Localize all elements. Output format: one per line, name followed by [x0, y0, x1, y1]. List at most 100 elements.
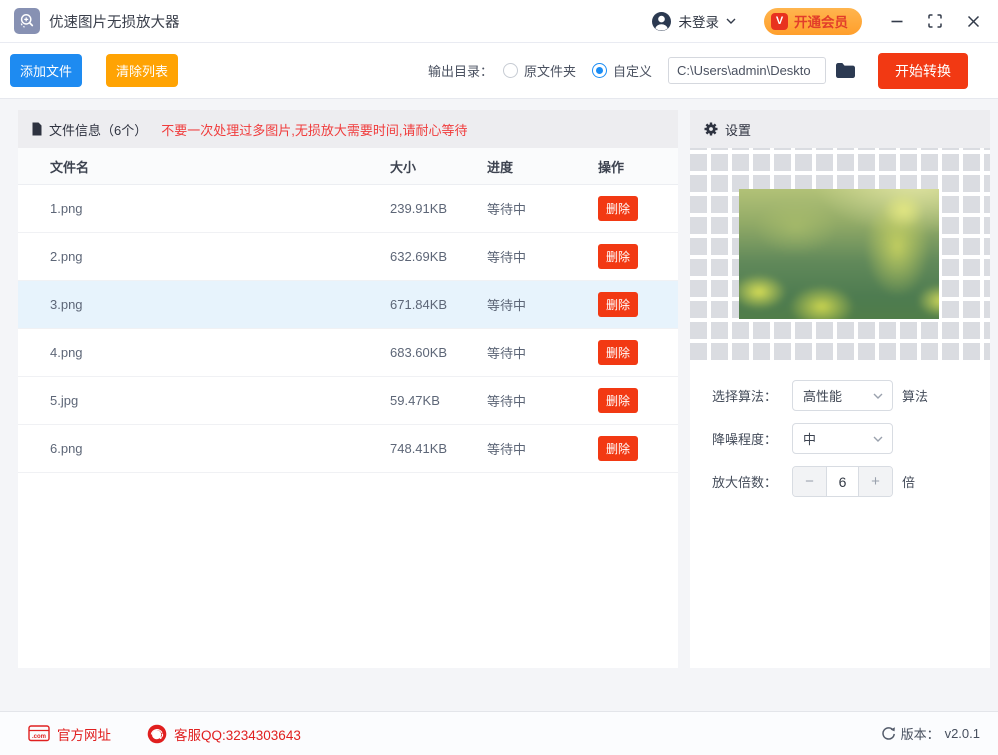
content-area: 文件信息（6个） 不要一次处理过多图片,无损放大需要时间,请耐心等待 文件名 大…: [0, 100, 998, 711]
denoise-row: 降噪程度： 中: [712, 423, 990, 454]
delete-button[interactable]: 删除: [598, 388, 638, 413]
scale-label: 放大倍数：: [712, 475, 778, 490]
scale-increase-button[interactable]: +: [859, 467, 892, 496]
delete-button[interactable]: 删除: [598, 196, 638, 221]
preview-image-art: [739, 189, 939, 319]
version-label: 版本：: [900, 727, 940, 742]
settings-controls: 选择算法： 高性能 算法 降噪程度： 中 放大倍数： − 6 + 倍: [690, 380, 990, 509]
table-row[interactable]: 2.png 632.69KB 等待中 删除: [18, 233, 678, 281]
version-area: 版本： v2.0.1: [881, 724, 980, 743]
file-list-panel: 文件信息（6个） 不要一次处理过多图片,无损放大需要时间,请耐心等待 文件名 大…: [18, 110, 678, 668]
refresh-icon[interactable]: [881, 726, 896, 741]
settings-panel: 设置 选择算法： 高性能 算法 降噪程度： 中 放大倍数： − 6 + 倍: [690, 110, 990, 668]
scale-suffix: 倍: [902, 475, 916, 490]
add-files-button[interactable]: 添加文件: [10, 54, 83, 87]
settings-panel-header: 设置: [690, 110, 990, 148]
algorithm-row: 选择算法： 高性能 算法: [712, 380, 990, 411]
minimize-button[interactable]: [882, 6, 912, 36]
app-logo-icon: [14, 8, 40, 34]
svg-text:.com: .com: [32, 734, 46, 740]
file-status: 等待中: [487, 202, 527, 217]
account-menu[interactable]: 未登录: [651, 11, 737, 32]
chevron-down-icon: [873, 393, 883, 399]
official-website-label: 官方网址: [57, 727, 111, 743]
file-name: 2.png: [50, 249, 83, 264]
vip-badge-icon: V: [771, 12, 788, 30]
algorithm-label: 选择算法：: [712, 389, 778, 404]
window-controls: [882, 6, 988, 36]
radio-original-folder-circle[interactable]: [502, 63, 518, 78]
user-avatar-icon: [651, 11, 671, 31]
folder-icon: [836, 63, 855, 78]
output-directory-label: 输出目录：: [427, 64, 493, 79]
column-header-size: 大小: [390, 159, 417, 175]
radio-original-folder[interactable]: 原文件夹: [502, 61, 576, 80]
output-path-input[interactable]: [668, 57, 826, 84]
radio-original-folder-label: 原文件夹: [523, 64, 576, 79]
table-row[interactable]: 4.png 683.60KB 等待中 删除: [18, 329, 678, 377]
start-convert-button[interactable]: 开始转换: [878, 52, 968, 89]
radio-custom-folder[interactable]: 自定义: [591, 61, 652, 80]
table-header: 文件名 大小 进度 操作: [18, 148, 678, 185]
scale-stepper: − 6 +: [792, 466, 893, 497]
qq-service-icon: [147, 724, 167, 743]
browse-folder-button[interactable]: [835, 62, 856, 79]
gear-icon: [704, 122, 718, 136]
official-website-link[interactable]: .com 官方网址: [28, 724, 111, 744]
settings-panel-title: 设置: [725, 122, 752, 138]
algorithm-suffix: 算法: [902, 389, 929, 404]
file-name: 3.png: [50, 297, 83, 312]
document-icon: [32, 122, 42, 136]
file-panel-title: 文件信息（6个）: [49, 122, 148, 138]
scale-row: 放大倍数： − 6 + 倍: [712, 466, 990, 497]
delete-button[interactable]: 删除: [598, 340, 638, 365]
delete-button[interactable]: 删除: [598, 244, 638, 269]
table-row[interactable]: 6.png 748.41KB 等待中 删除: [18, 425, 678, 473]
qq-support-link[interactable]: 客服QQ:3234303643: [147, 724, 301, 744]
transparency-checkerboard: [690, 148, 990, 360]
column-header-progress: 进度: [487, 159, 514, 175]
minimize-icon: [891, 20, 903, 23]
table-row-selected[interactable]: 3.png 671.84KB 等待中 删除: [18, 281, 678, 329]
file-status: 等待中: [487, 442, 527, 457]
file-size: 59.47KB: [390, 393, 440, 408]
radio-custom-folder-label: 自定义: [612, 64, 652, 79]
table-row[interactable]: 5.jpg 59.47KB 等待中 删除: [18, 377, 678, 425]
maximize-button[interactable]: [920, 6, 950, 36]
denoise-label: 降噪程度：: [712, 432, 778, 447]
titlebar-right: 未登录 V 开通会员: [651, 6, 989, 36]
login-status-label: 未登录: [678, 15, 720, 30]
file-size: 239.91KB: [390, 201, 448, 216]
website-icon: .com: [28, 725, 50, 742]
scale-decrease-button[interactable]: −: [793, 467, 826, 496]
radio-custom-folder-circle[interactable]: [591, 63, 607, 78]
delete-button[interactable]: 删除: [598, 292, 638, 317]
algorithm-select[interactable]: 高性能: [792, 380, 893, 411]
titlebar: 优速图片无损放大器 未登录 V 开通会员: [0, 0, 998, 43]
vip-button-label: 开通会员: [794, 15, 848, 30]
column-header-filename: 文件名: [50, 159, 90, 175]
version-value: v2.0.1: [944, 726, 980, 741]
file-size: 748.41KB: [390, 441, 448, 456]
toolbar: 添加文件 清除列表 输出目录： 原文件夹 自定义 开始转换: [0, 43, 998, 99]
table-row[interactable]: 1.png 239.91KB 等待中 删除: [18, 185, 678, 233]
vip-button[interactable]: V 开通会员: [764, 7, 862, 35]
app-title: 优速图片无损放大器: [49, 14, 180, 31]
preview-image: [739, 189, 939, 319]
denoise-select[interactable]: 中: [792, 423, 893, 454]
close-button[interactable]: [958, 6, 988, 36]
output-directory-group: 输出目录： 原文件夹 自定义 开始转换: [427, 52, 968, 89]
qq-support-label: 客服QQ:3234303643: [174, 727, 301, 743]
file-name: 4.png: [50, 345, 83, 360]
file-status: 等待中: [487, 250, 527, 265]
file-name: 1.png: [50, 201, 83, 216]
app-window: 优速图片无损放大器 未登录 V 开通会员 添加文件 清除列表 输出目录： 原文件…: [0, 0, 998, 755]
file-status: 等待中: [487, 394, 527, 409]
chevron-down-icon: [873, 436, 883, 442]
clear-list-button[interactable]: 清除列表: [106, 54, 179, 87]
footer: .com 官方网址 客服QQ:3234303643 版本： v2.0.1: [0, 711, 998, 755]
delete-button[interactable]: 删除: [598, 436, 638, 461]
column-header-action: 操作: [598, 159, 625, 175]
algorithm-select-value: 高性能: [803, 389, 843, 404]
chevron-down-icon: [726, 18, 736, 24]
